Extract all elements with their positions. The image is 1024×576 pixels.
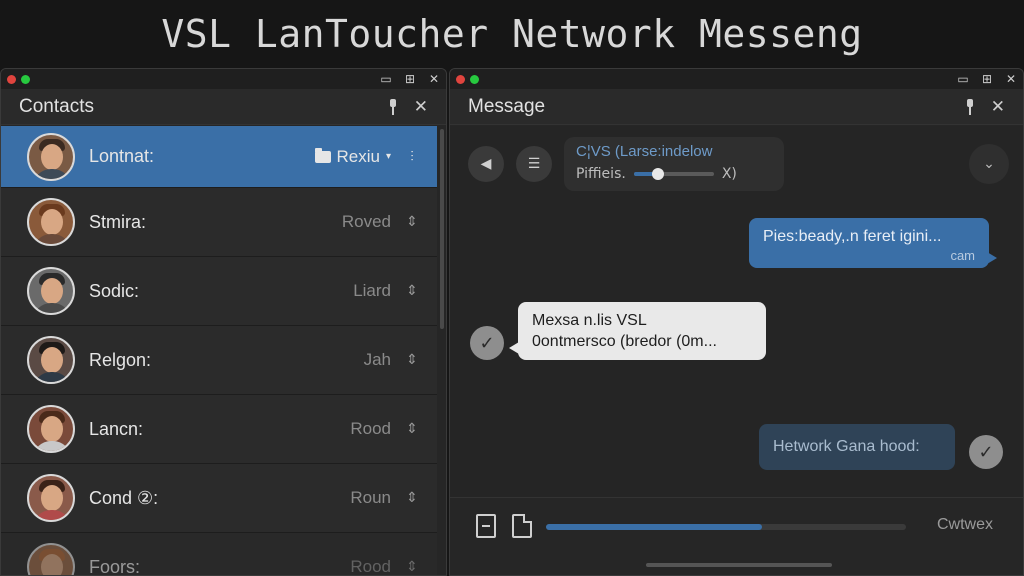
back-icon: ◀ (480, 156, 492, 172)
zoom-dot-icon[interactable] (470, 74, 479, 84)
contact-list: Lontnat: Rexiu ▾ ⫶ Stmira: Roved ⇕ Sodic… (1, 126, 437, 575)
player-extra: X) (721, 166, 737, 182)
pin-icon[interactable] (965, 98, 975, 115)
player-slider[interactable] (633, 168, 714, 180)
contact-status: Liard (353, 281, 391, 300)
sort-icon[interactable]: ⇕ (401, 490, 423, 506)
back-button[interactable]: ◀ (468, 146, 504, 182)
file-icon[interactable] (512, 514, 532, 538)
message-thread: ◀ ☰ C¦VS (Larse:indelow Piffieis. X) ⌄ P… (450, 126, 1023, 497)
check-icon: ✓ (470, 326, 504, 360)
contact-status: Jah (363, 350, 391, 369)
close-dot-icon[interactable] (456, 74, 465, 84)
avatar (27, 198, 75, 246)
app-title-bar: VSL LanToucher Network Messeng (0, 0, 1024, 68)
contact-name: Lontnat: (89, 146, 155, 166)
contacts-header: Contacts ✕ (1, 89, 446, 125)
message-text-line1: Mexsa n.lis VSL (532, 312, 647, 329)
contact-item[interactable]: Cond ②: Roun ⇕ (1, 464, 437, 533)
contact-status-label: Rexiu (336, 146, 380, 166)
message-meta: cam (950, 248, 975, 263)
contact-name: Cond ②: (89, 487, 159, 508)
message-text: Hetwork Gana hood: (773, 438, 920, 455)
contacts-scrollbar[interactable] (440, 129, 444, 329)
close-icon[interactable]: ✕ (428, 72, 440, 86)
avatar (27, 132, 75, 181)
message-header: Message ✕ (450, 89, 1023, 125)
maximize-icon[interactable]: ⊞ (981, 72, 993, 86)
contact-name: Relgon: (89, 349, 152, 370)
close-pane-icon[interactable]: ✕ (991, 97, 1005, 117)
folder-icon (314, 147, 331, 163)
wave-button[interactable]: ☰ (516, 146, 552, 182)
avatar (27, 543, 75, 575)
sort-icon[interactable]: ⇕ (401, 283, 423, 299)
contact-name: Stmira: (89, 211, 147, 232)
contact-status: Roved (341, 212, 391, 231)
sort-icon[interactable]: ⇕ (401, 421, 423, 437)
transfer-progress-fill (546, 524, 762, 530)
minimize-icon[interactable]: ▭ (957, 72, 969, 86)
window-chrome: ▭ ⊞ ✕ (450, 69, 1023, 89)
message-title: Message (468, 95, 546, 117)
contacts-window: ▭ ⊞ ✕ Contacts ✕ Lontnat: Rexiu ▾ ⫶ Stmi… (0, 68, 447, 576)
contact-name: Foors: (89, 556, 141, 576)
transfer-progress (546, 524, 906, 530)
contact-item[interactable]: Stmira: Roved ⇕ (1, 188, 437, 257)
contact-item[interactable]: Sodic: Liard ⇕ (1, 257, 437, 326)
media-toolbar: ◀ ☰ C¦VS (Larse:indelow Piffieis. X) ⌄ (468, 136, 1009, 192)
contact-status: Rood (350, 419, 391, 438)
sort-icon[interactable]: ⇕ (401, 559, 423, 575)
contact-status: Rexiu ▾ (314, 146, 391, 167)
sort-icon[interactable]: ⇕ (401, 352, 423, 368)
window-chrome: ▭ ⊞ ✕ (1, 69, 446, 89)
close-icon[interactable]: ✕ (1005, 72, 1017, 86)
sort-icon[interactable]: ⇕ (401, 214, 423, 230)
message-text-line2: 0ontmersco (bredor (0m... (532, 333, 717, 350)
contact-item[interactable]: Foors: Rood ⇕ (1, 533, 437, 576)
pin-icon[interactable] (388, 98, 398, 115)
close-pane-icon[interactable]: ✕ (414, 97, 428, 117)
outgoing-message: Pies:beady,.n feret igini... cam (749, 218, 997, 268)
wave-icon: ☰ (527, 156, 541, 172)
avatar (27, 267, 75, 315)
contact-name: Sodic: (89, 280, 140, 301)
message-text: Pies:beady,.n feret igini... (763, 228, 942, 245)
maximize-icon[interactable]: ⊞ (404, 72, 416, 86)
contact-item[interactable]: Lancn: Rood ⇕ (1, 395, 437, 464)
minimize-icon[interactable]: ▭ (380, 72, 392, 86)
avatar (27, 336, 75, 384)
media-player[interactable]: C¦VS (Larse:indelow Piffieis. X) (564, 137, 784, 191)
incoming-message: Mexsa n.lis VSL 0ontmersco (bredor (0m..… (509, 302, 766, 360)
player-label: Piffieis. (576, 166, 626, 182)
chevron-down-icon[interactable]: ▾ (386, 151, 391, 162)
remove-file-icon[interactable] (476, 514, 496, 538)
composer-label: Cwtwex (936, 516, 993, 533)
player-title: C¦VS (Larse:indelow (576, 143, 713, 160)
message-window: ▭ ⊞ ✕ Message ✕ ◀ ☰ C¦VS (Larse:indelow … (449, 68, 1024, 576)
avatar (27, 474, 75, 522)
close-dot-icon[interactable] (7, 74, 16, 84)
contacts-title: Contacts (19, 95, 94, 117)
contact-status: Roun (350, 488, 391, 507)
more-button[interactable]: ⌄ (969, 144, 1009, 184)
outgoing-message: Hetwork Gana hood: (759, 424, 955, 470)
home-indicator (646, 563, 832, 567)
app-title: VSL LanToucher Network Messeng (161, 12, 863, 56)
contact-status: Rood (350, 557, 391, 576)
drag-handle-icon[interactable]: ⫶ (401, 149, 423, 165)
avatar (27, 405, 75, 453)
contact-name: Lancn: (89, 418, 144, 439)
contact-item[interactable]: Lontnat: Rexiu ▾ ⫶ (1, 126, 437, 188)
zoom-dot-icon[interactable] (21, 74, 30, 84)
chevron-down-icon: ⌄ (983, 156, 995, 172)
contact-item[interactable]: Relgon: Jah ⇕ (1, 326, 437, 395)
composer-bar: Cwtwex (450, 497, 1023, 575)
player-slider-knob[interactable] (651, 168, 664, 180)
check-icon: ✓ (969, 435, 1003, 469)
